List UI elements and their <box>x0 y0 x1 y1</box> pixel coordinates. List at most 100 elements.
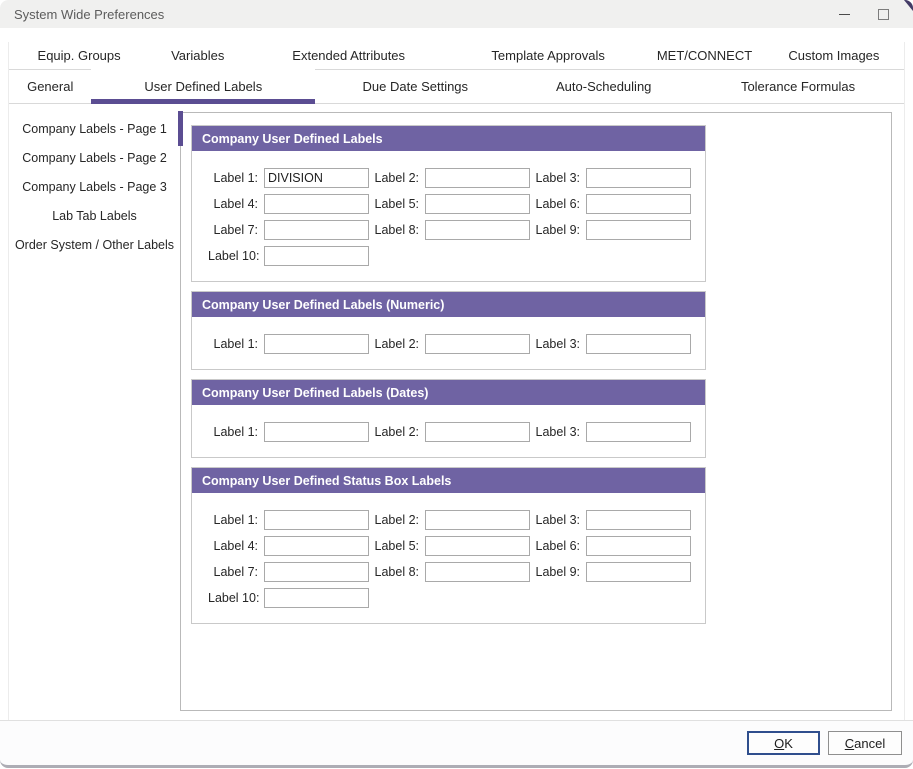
label-7-input[interactable] <box>264 562 369 582</box>
section-company-user-defined-status-box-labels: Company User Defined Status Box Labels La… <box>191 467 706 624</box>
field-label: Label 6: <box>530 197 580 211</box>
label-3-input[interactable] <box>586 168 691 188</box>
label-5-input[interactable] <box>425 536 530 556</box>
section-header: Company User Defined Labels <box>192 126 705 151</box>
field-label: Label 2: <box>369 513 419 527</box>
label-1-input[interactable] <box>264 510 369 530</box>
maximize-icon[interactable] <box>878 9 889 20</box>
field-label: Label 3: <box>530 337 580 351</box>
label-9-input[interactable] <box>586 562 691 582</box>
field-label-2: Label 2: <box>369 168 530 188</box>
field-label: Label 7: <box>208 565 258 579</box>
tab-template-approvals[interactable]: Template Approvals <box>451 42 645 69</box>
field-label: Label 10: <box>208 591 258 605</box>
field-label-3: Label 3: <box>530 334 691 354</box>
field-label-2: Label 2: <box>369 422 530 442</box>
label-3-input[interactable] <box>586 334 691 354</box>
field-label: Label 2: <box>369 425 419 439</box>
tab-user-defined-labels[interactable]: User Defined Labels <box>91 70 315 103</box>
sidebar-item-company-labels-page-3[interactable]: Company Labels - Page 3 <box>9 172 180 201</box>
tabs-row-2: GeneralUser Defined LabelsDue Date Setti… <box>9 70 904 104</box>
minimize-icon[interactable] <box>839 14 850 15</box>
label-1-input[interactable] <box>264 334 369 354</box>
tab-auto-scheduling[interactable]: Auto-Scheduling <box>515 70 692 103</box>
window-controls <box>839 9 889 20</box>
field-label-4: Label 4: <box>208 194 369 214</box>
field-label-1: Label 1: <box>208 168 369 188</box>
section-company-user-defined-labels-dates: Company User Defined Labels (Dates) Label… <box>191 379 706 458</box>
field-label: Label 2: <box>369 171 419 185</box>
tabs-row-1: Equip. GroupsVariablesExtended Attribute… <box>9 42 904 70</box>
field-label: Label 5: <box>369 539 419 553</box>
field-label-3: Label 3: <box>530 168 691 188</box>
field-label-3: Label 3: <box>530 510 691 530</box>
label-7-input[interactable] <box>264 220 369 240</box>
label-1-input[interactable] <box>264 168 369 188</box>
tab-due-date-settings[interactable]: Due Date Settings <box>315 70 515 103</box>
label-8-input[interactable] <box>425 562 530 582</box>
tab-general[interactable]: General <box>9 70 91 103</box>
field-label: Label 9: <box>530 223 580 237</box>
field-label-5: Label 5: <box>369 536 530 556</box>
field-label: Label 3: <box>530 425 580 439</box>
label-2-input[interactable] <box>425 422 530 442</box>
field-label-5: Label 5: <box>369 194 530 214</box>
label-10-input[interactable] <box>264 246 369 266</box>
field-label-10: Label 10: <box>208 246 369 266</box>
label-5-input[interactable] <box>425 194 530 214</box>
section-company-user-defined-labels-numeric: Company User Defined Labels (Numeric) Lab… <box>191 291 706 370</box>
tab-equip-groups[interactable]: Equip. Groups <box>9 42 149 69</box>
system-wide-preferences-window: System Wide Preferences Equip. GroupsVar… <box>0 0 913 769</box>
field-label-1: Label 1: <box>208 510 369 530</box>
tab-custom-images[interactable]: Custom Images <box>764 42 904 69</box>
titlebar: System Wide Preferences <box>0 0 913 28</box>
field-label: Label 4: <box>208 197 258 211</box>
ok-button[interactable]: OK <box>747 731 820 755</box>
sidebar-item-order-system-other-labels[interactable]: Order System / Other Labels <box>9 230 180 259</box>
label-6-input[interactable] <box>586 194 691 214</box>
tab-extended-attributes[interactable]: Extended Attributes <box>246 42 451 69</box>
field-label: Label 7: <box>208 223 258 237</box>
label-3-input[interactable] <box>586 510 691 530</box>
field-label: Label 3: <box>530 171 580 185</box>
field-label: Label 8: <box>369 223 419 237</box>
tab-tolerance-formulas[interactable]: Tolerance Formulas <box>692 70 904 103</box>
label-3-input[interactable] <box>586 422 691 442</box>
main-panel: Company User Defined LabelsLabel 1:Label… <box>180 112 892 711</box>
sidebar-item-lab-tab-labels[interactable]: Lab Tab Labels <box>9 201 180 230</box>
field-label: Label 3: <box>530 513 580 527</box>
label-10-input[interactable] <box>264 588 369 608</box>
field-label-9: Label 9: <box>530 220 691 240</box>
field-label-1: Label 1: <box>208 334 369 354</box>
field-label-3: Label 3: <box>530 422 691 442</box>
label-4-input[interactable] <box>264 536 369 556</box>
label-1-input[interactable] <box>264 422 369 442</box>
label-2-input[interactable] <box>425 334 530 354</box>
tab-variables[interactable]: Variables <box>149 42 246 69</box>
field-label: Label 1: <box>208 513 258 527</box>
label-9-input[interactable] <box>586 220 691 240</box>
sidebar-item-company-labels-page-1[interactable]: Company Labels - Page 1 <box>9 114 180 143</box>
sidebar: Company Labels - Page 1Company Labels - … <box>9 104 180 720</box>
label-2-input[interactable] <box>425 168 530 188</box>
tab-page: Equip. GroupsVariablesExtended Attribute… <box>8 42 905 720</box>
label-6-input[interactable] <box>586 536 691 556</box>
label-8-input[interactable] <box>425 220 530 240</box>
section-header: Company User Defined Labels (Dates) <box>192 380 705 405</box>
cancel-button[interactable]: Cancel <box>828 731 902 755</box>
sidebar-item-company-labels-page-2[interactable]: Company Labels - Page 2 <box>9 143 180 172</box>
field-label-2: Label 2: <box>369 334 530 354</box>
field-label: Label 6: <box>530 539 580 553</box>
label-4-input[interactable] <box>264 194 369 214</box>
section-header: Company User Defined Status Box Labels <box>192 468 705 493</box>
field-label: Label 4: <box>208 539 258 553</box>
field-label: Label 9: <box>530 565 580 579</box>
field-label: Label 10: <box>208 249 258 263</box>
tab-met-connect[interactable]: MET/CONNECT <box>645 42 764 69</box>
label-2-input[interactable] <box>425 510 530 530</box>
section-header: Company User Defined Labels (Numeric) <box>192 292 705 317</box>
footer-button-bar: OK Cancel <box>0 720 913 768</box>
field-label-4: Label 4: <box>208 536 369 556</box>
field-label-10: Label 10: <box>208 588 369 608</box>
field-label-7: Label 7: <box>208 220 369 240</box>
